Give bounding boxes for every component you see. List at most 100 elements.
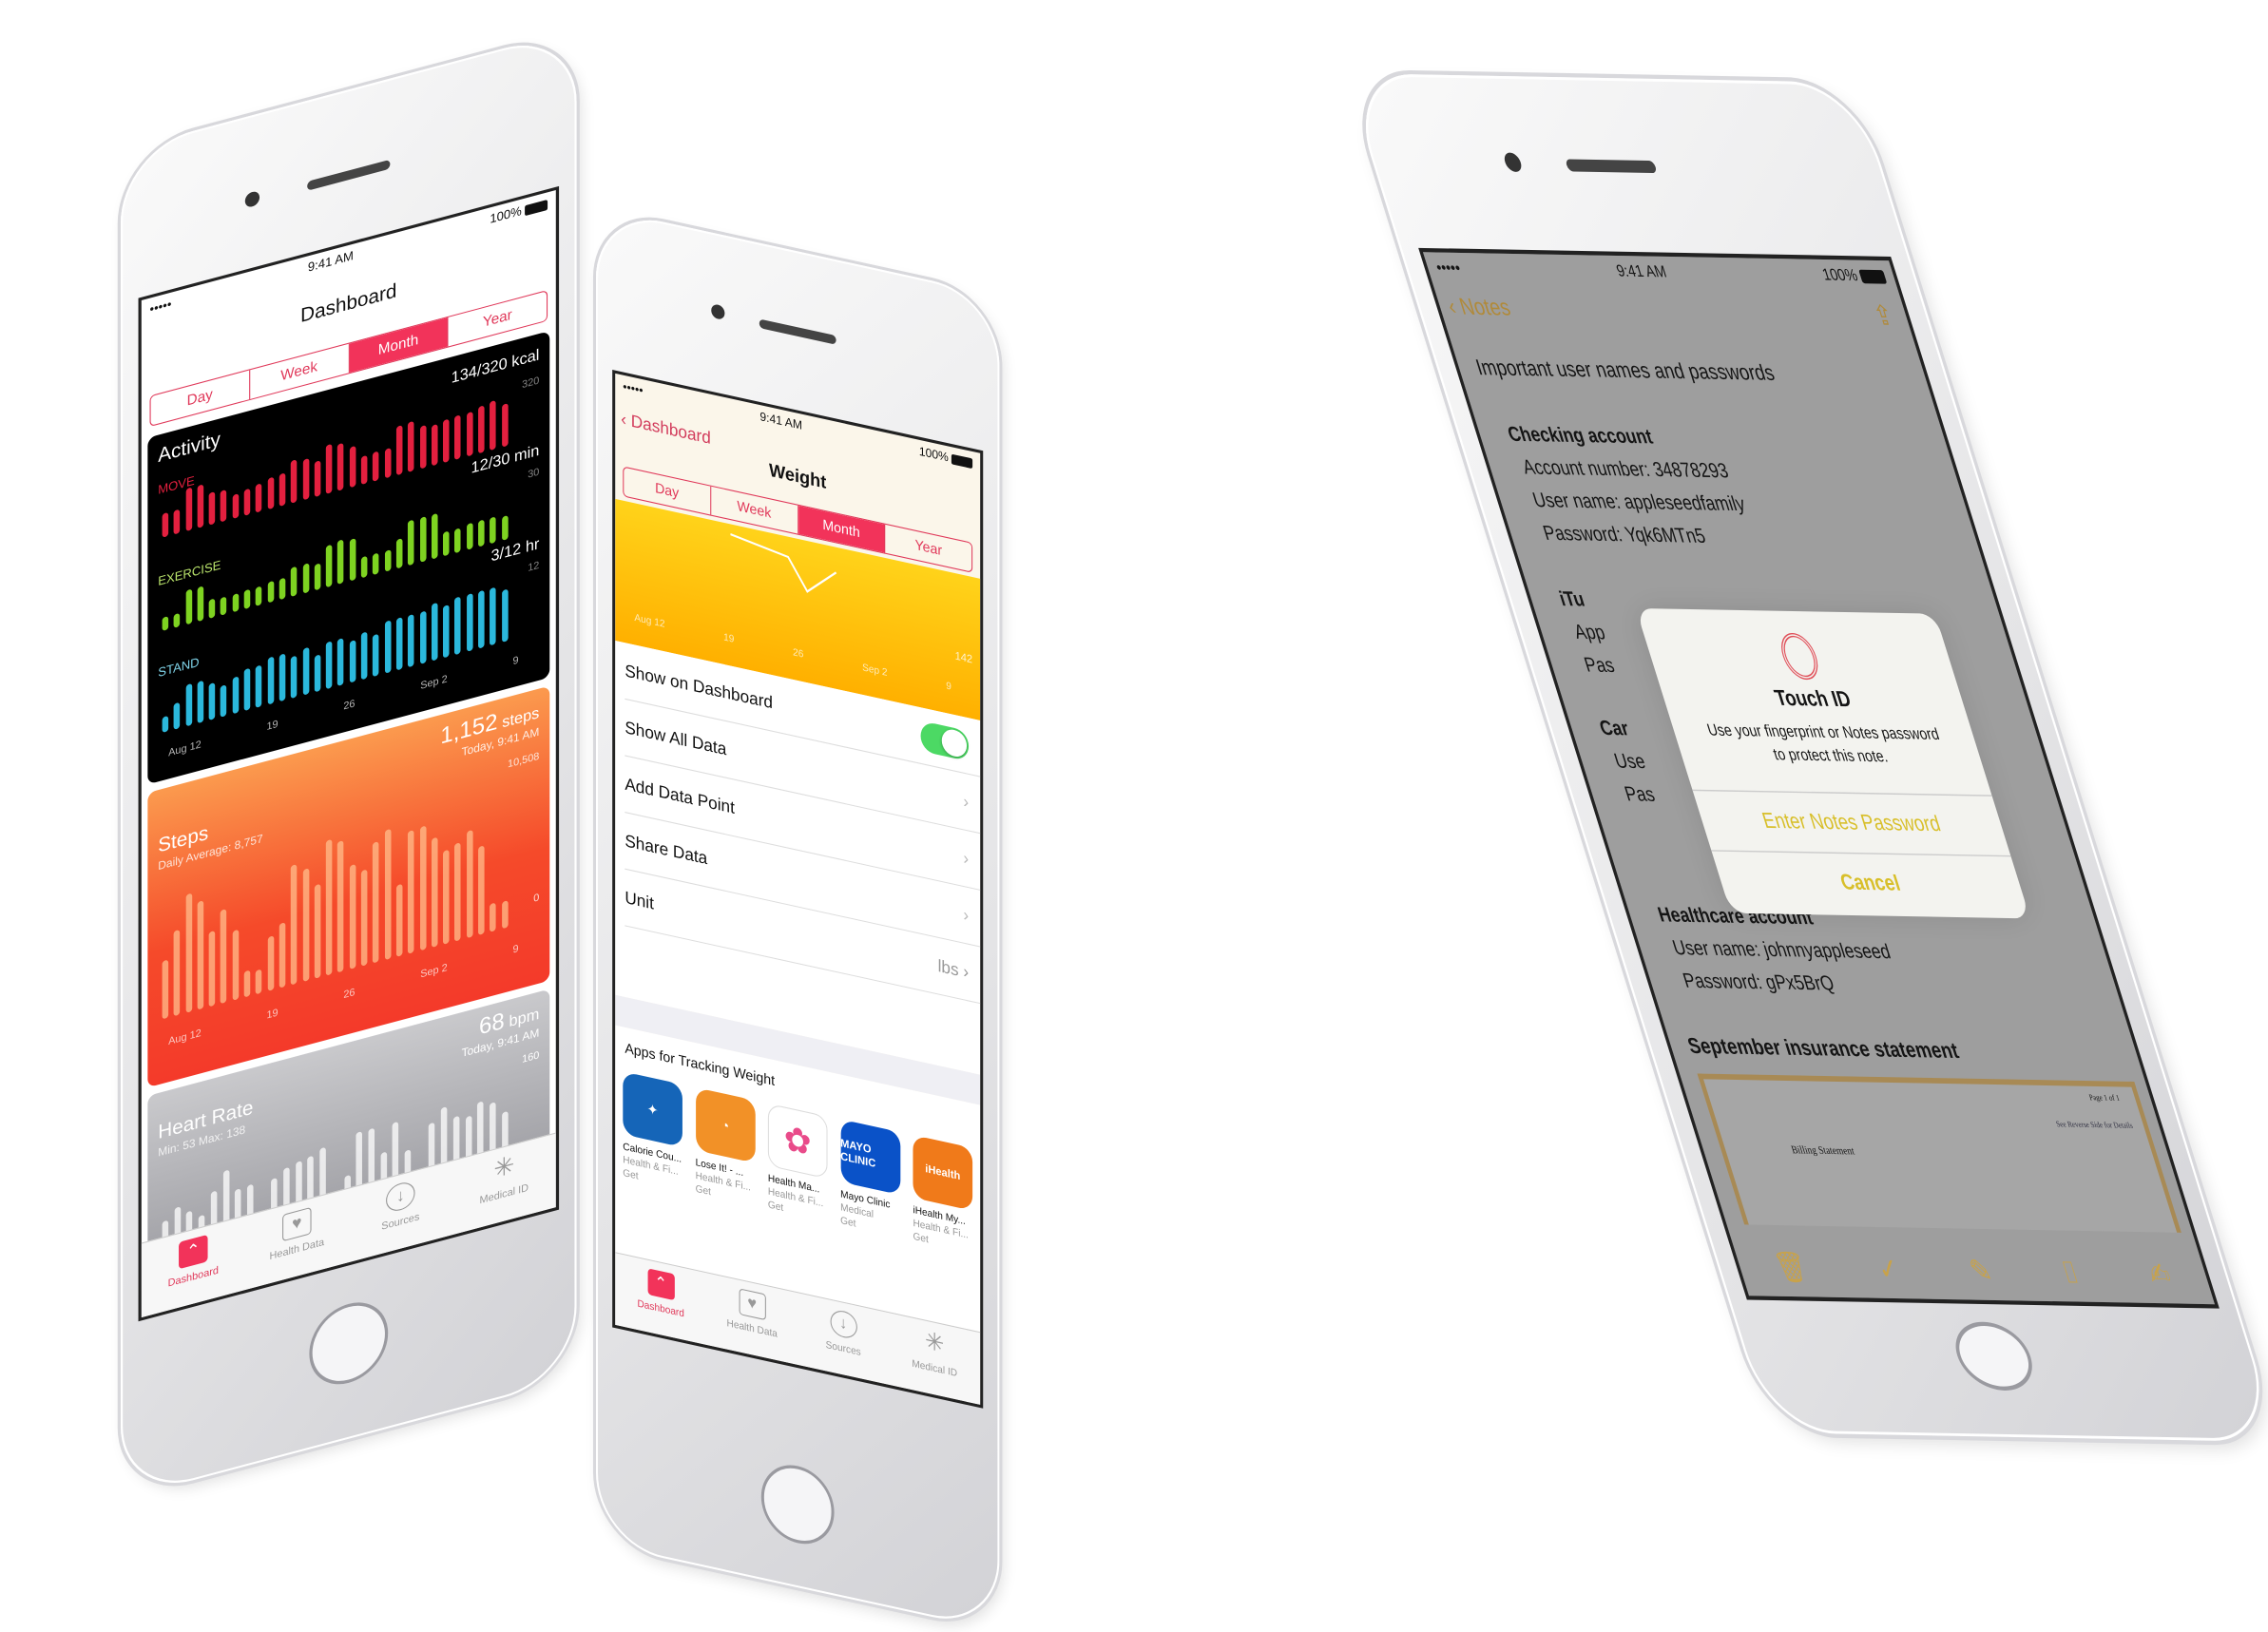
steps-bar [395,883,403,957]
app-item[interactable]: ✦ Calorie Cou... Health & Fi... Get [623,1071,686,1194]
app-item[interactable]: ✿ Health Ma... Health & Fi... Get [767,1103,832,1226]
statement-attachment[interactable]: Page 1 of 1 See Reverse Side for Details… [1697,1073,2182,1233]
reverse-note: See Reverse Side for Details [2055,1121,2135,1131]
unit-value: lbs [937,955,959,980]
steps-bar [291,864,298,986]
steps-bar [314,883,321,979]
stand-bar [349,640,356,683]
share-icon[interactable]: ⇪ [1869,298,1898,333]
tick: 9 [512,654,519,668]
stand-bar [243,667,251,712]
move-bar [279,472,286,507]
note-line: Password: gPx5BrQ [1680,970,1837,996]
note-line: Car [1596,717,1632,741]
home-button[interactable] [309,1293,389,1393]
move-bar [185,488,192,532]
phone-notes: ••••• 9:41 AM 100% ‹ Notes ⇪ Important use… [1345,73,2268,1443]
heart-download-icon: ↓ [830,1308,857,1341]
exercise-max: 30 [528,466,540,481]
steps-bar [419,825,427,951]
camera-icon[interactable]: ⌷ [2057,1255,2083,1291]
move-bar [325,443,333,494]
move-bar [466,411,473,457]
move-bar [501,403,509,448]
move-bar [431,423,438,467]
exercise-bar [232,593,240,613]
exercise-bar [501,514,509,542]
chevron-right-icon: › [963,905,970,926]
tick: 19 [266,1007,279,1022]
app-icon: ✿ [767,1103,828,1180]
chevron-right-icon: › [963,791,970,813]
move-bar [197,484,204,528]
move-bar [337,442,344,491]
tick: Aug 12 [168,739,202,759]
steps-bar [478,845,485,935]
stand-bar [197,680,204,724]
exercise-bar [302,563,309,594]
move-bar [373,451,379,482]
exercise-bar [408,519,414,566]
note-line: User name: appleseedfamily [1529,489,1749,516]
exercise-bar [395,537,403,569]
steps-bar [408,830,414,954]
home-button[interactable] [1946,1321,2042,1392]
stand-bar [291,655,298,699]
stand-bar [314,654,321,693]
steps-bar [454,842,461,942]
stand-bar [302,646,309,696]
app-item[interactable]: MAYO CLINIC Mayo Clinic Medical Get [840,1119,904,1241]
stand-bar [443,605,450,659]
compose-icon[interactable]: ✍︎ [2143,1257,2175,1293]
trash-icon[interactable]: 🗑︎ [1770,1250,1812,1286]
checklist-icon[interactable]: ✓ [1873,1252,1904,1288]
exercise-bar [256,586,262,606]
phone-health-dashboard: ••••• 9:41 AM 100% Dashboard Day Week Mont… [121,29,577,1500]
steps-bar [221,908,227,1005]
exercise-bar [314,563,321,591]
stand-bar [208,682,216,720]
enter-notes-password-button[interactable]: Enter Notes Password [1692,789,2011,855]
stand-bar [490,586,496,646]
app-item[interactable]: ◔ Lose It! - ... Health & Fi... Get [695,1086,759,1210]
exercise-bar [162,615,169,632]
stand-bar [256,664,262,708]
battery-icon [1858,269,1888,284]
note-line: User name: johnnyappleseed [1669,936,1894,965]
stand-bar [360,631,368,681]
exercise-bar [419,515,427,563]
dashboard-icon: ⌃ [647,1268,675,1301]
sketch-icon[interactable]: ✎ [1965,1254,1996,1290]
back-button[interactable]: ‹ Notes [1445,294,1514,322]
steps-bar [162,959,169,1020]
move-bar [267,477,274,510]
steps-bar [325,838,333,976]
exercise-bar [490,516,496,545]
tick: 26 [793,646,804,661]
exercise-bar [337,539,344,585]
cancel-button[interactable]: Cancel [1711,850,2030,916]
show-on-dashboard-toggle[interactable] [920,720,970,762]
stand-bar [373,633,379,678]
move-max: 320 [522,374,540,392]
stand-bar [419,610,427,664]
stand-bar [173,701,181,730]
exercise-bar [291,566,298,597]
steps-bar [197,900,204,1010]
steps-bar [349,863,356,970]
app-item[interactable]: iHealth iHealth My... Health & Fi... Get [913,1135,976,1258]
battery-icon [525,199,548,217]
steps-bar [431,836,438,949]
home-button[interactable] [760,1458,835,1551]
folder-heart-icon: ♥ [739,1288,766,1321]
statement-heading: September insurance statement [1684,1035,1962,1064]
dashboard-icon: ⌃ [179,1234,208,1270]
stand-bar [466,593,473,652]
app-icon: iHealth [913,1135,973,1211]
steps-bar [360,870,368,967]
battery: 100% [1819,265,1888,285]
move-bar [314,459,321,498]
note-title: Important user names and passwords [1472,356,1778,386]
stand-bar [408,613,414,668]
exercise-bar [431,512,438,560]
